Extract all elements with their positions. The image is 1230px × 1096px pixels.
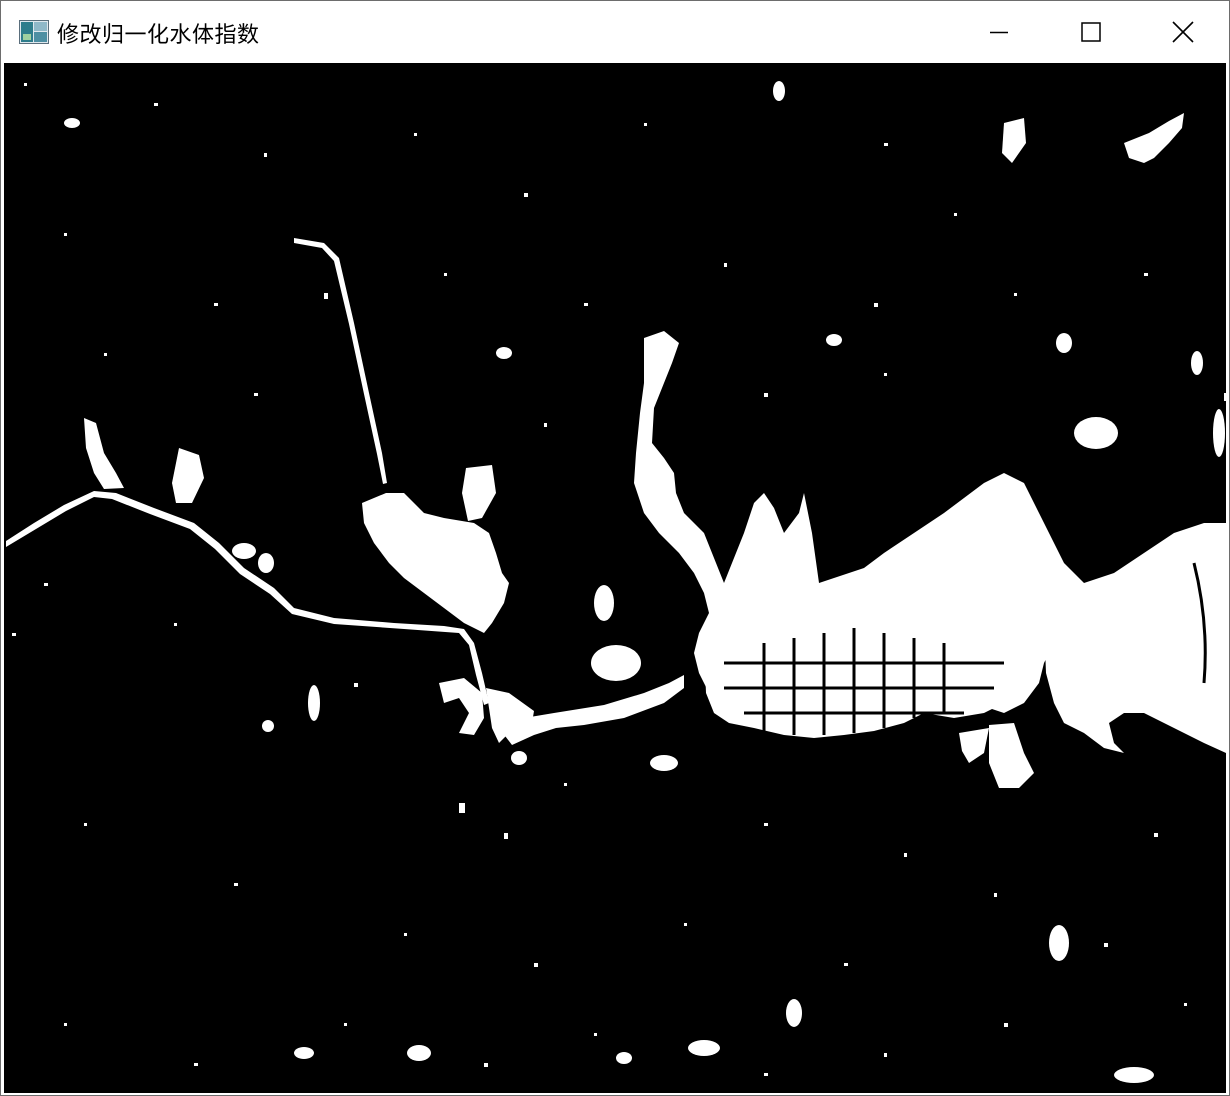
close-button[interactable]: [1137, 1, 1229, 63]
image-view: [4, 63, 1226, 1093]
title-bar[interactable]: 修改归一化水体指数: [1, 1, 1229, 63]
maximize-button[interactable]: [1045, 1, 1137, 63]
maximize-icon: [1081, 22, 1101, 42]
minimize-icon: [990, 31, 1008, 34]
window-title: 修改归一化水体指数: [57, 23, 260, 48]
minimize-button[interactable]: [953, 1, 1045, 63]
app-window: 修改归一化水体指数: [0, 0, 1230, 1096]
water-index-image: [4, 63, 1226, 1093]
app-icon: [19, 20, 49, 44]
close-icon: [1172, 21, 1194, 43]
